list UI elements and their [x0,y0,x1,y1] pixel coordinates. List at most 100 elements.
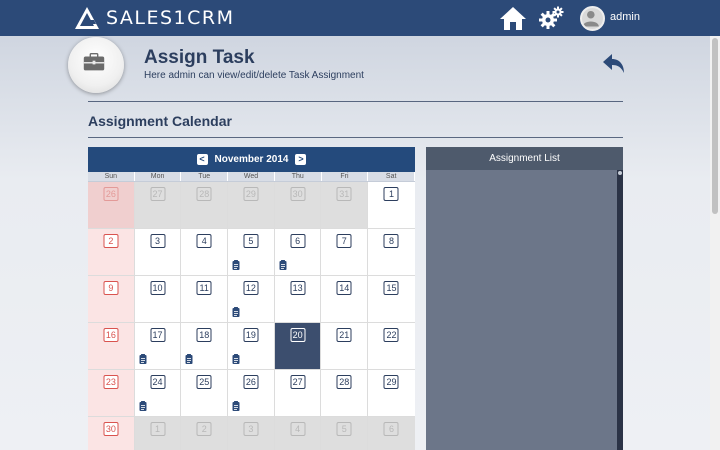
calendar-day[interactable]: 30 [274,182,322,229]
calendar-day[interactable]: 8 [368,229,415,276]
assignment-calendar: < November 2014 > Sun Mon Tue Wed Thu Fri Sat … [88,147,415,450]
scrollbar-thumb[interactable] [618,171,622,175]
calendar-day[interactable]: 12 [228,276,275,323]
calendar-day[interactable]: 13 [274,276,322,323]
calendar-day[interactable]: 31 [321,182,369,229]
calendar-day[interactable]: 27 [274,370,322,417]
clipboard-icon[interactable] [232,354,240,364]
calendar-day[interactable]: 21 [321,323,369,370]
clipboard-icon[interactable] [185,354,193,364]
calendar-day[interactable]: 28 [181,182,229,229]
calendar-day[interactable]: 23 [88,370,135,417]
calendar-day[interactable]: 26 [228,370,275,417]
clipboard-icon[interactable] [232,401,240,411]
day-number: 22 [383,328,399,342]
calendar-day[interactable]: 4 [274,417,322,450]
calendar-day[interactable]: 9 [88,276,135,323]
day-number: 4 [196,234,212,248]
calendar-day[interactable]: 2 [181,417,229,450]
day-number: 29 [383,375,399,389]
calendar-day[interactable]: 29 [368,370,415,417]
calendar-day[interactable]: 5 [228,229,275,276]
calendar-day[interactable]: 19 [228,323,275,370]
day-number: 25 [196,375,212,389]
calendar-day[interactable]: 15 [368,276,415,323]
calendar-day-today[interactable]: 20 [274,323,322,370]
calendar-week-row: 30 1 2 3 4 5 6 [88,417,415,450]
clipboard-icon[interactable] [279,260,287,270]
calendar-day[interactable]: 27 [134,182,182,229]
calendar-day[interactable]: 1 [368,182,415,229]
calendar-day[interactable]: 26 [88,182,135,229]
calendar-day[interactable]: 4 [181,229,229,276]
calendar-day[interactable]: 17 [134,323,182,370]
home-icon[interactable] [499,5,527,31]
clipboard-icon[interactable] [232,307,240,317]
day-number: 14 [336,281,352,295]
app-logo[interactable]: SALES1CRM [74,5,235,31]
day-number: 24 [150,375,166,389]
calendar-header: < November 2014 > [88,147,415,172]
day-number: 15 [383,281,399,295]
calendar-day[interactable]: 24 [134,370,182,417]
day-number: 27 [290,375,306,389]
day-number: 6 [383,422,399,436]
assignment-list-panel: Assignment List [426,147,623,450]
calendar-day[interactable]: 3 [228,417,275,450]
username[interactable]: admin [610,11,640,23]
calendar-day[interactable]: 7 [321,229,369,276]
prev-month-button[interactable]: < [196,154,208,165]
day-number: 16 [103,328,119,342]
day-number: 7 [336,234,352,248]
top-navbar: SALES1CRM admin [0,0,720,36]
day-number: 29 [243,187,259,201]
weekday-label: Fri [322,172,369,181]
calendar-day[interactable]: 1 [134,417,182,450]
gears-icon[interactable] [537,5,565,31]
calendar-day[interactable]: 6 [368,417,415,450]
weekday-label: Sun [88,172,135,181]
day-number: 4 [290,422,306,436]
section-title: Assignment Calendar [88,113,232,129]
clipboard-icon[interactable] [232,260,240,270]
day-number: 17 [150,328,166,342]
page-subtitle: Here admin can view/edit/delete Task Ass… [144,70,364,81]
calendar-day[interactable]: 22 [368,323,415,370]
calendar-day[interactable]: 25 [181,370,229,417]
calendar-day[interactable]: 28 [321,370,369,417]
calendar-day[interactable]: 29 [228,182,275,229]
day-number: 8 [383,234,399,248]
calendar-week-row: 23 24 25 26 27 28 29 [88,370,415,417]
day-number: 2 [196,422,212,436]
calendar-day[interactable]: 5 [321,417,369,450]
day-number: 18 [196,328,212,342]
calendar-day[interactable]: 10 [134,276,182,323]
calendar-day[interactable]: 3 [134,229,182,276]
clipboard-icon[interactable] [139,401,147,411]
assignment-list-scrollbar[interactable] [617,170,623,450]
calendar-day[interactable]: 2 [88,229,135,276]
calendar-day[interactable]: 11 [181,276,229,323]
weekday-label: Tue [181,172,229,181]
day-number: 5 [336,422,352,436]
day-number: 20 [290,328,306,342]
calendar-day[interactable]: 6 [274,229,322,276]
page-scrollbar-thumb[interactable] [712,38,718,214]
calendar-day[interactable]: 14 [321,276,369,323]
day-number: 28 [336,375,352,389]
page-scrollbar[interactable] [710,36,720,450]
day-number: 13 [290,281,306,295]
day-number: 11 [196,281,212,295]
clipboard-icon[interactable] [139,354,147,364]
calendar-day[interactable]: 18 [181,323,229,370]
back-arrow-icon[interactable] [602,52,626,74]
day-number: 5 [243,234,259,248]
weekday-label: Sat [368,172,415,181]
calendar-day[interactable]: 16 [88,323,135,370]
weekday-label: Wed [228,172,275,181]
calendar-day[interactable]: 30 [88,417,135,450]
day-number: 19 [243,328,259,342]
avatar[interactable] [580,6,605,31]
day-number: 26 [103,187,119,201]
next-month-button[interactable]: > [295,154,307,165]
